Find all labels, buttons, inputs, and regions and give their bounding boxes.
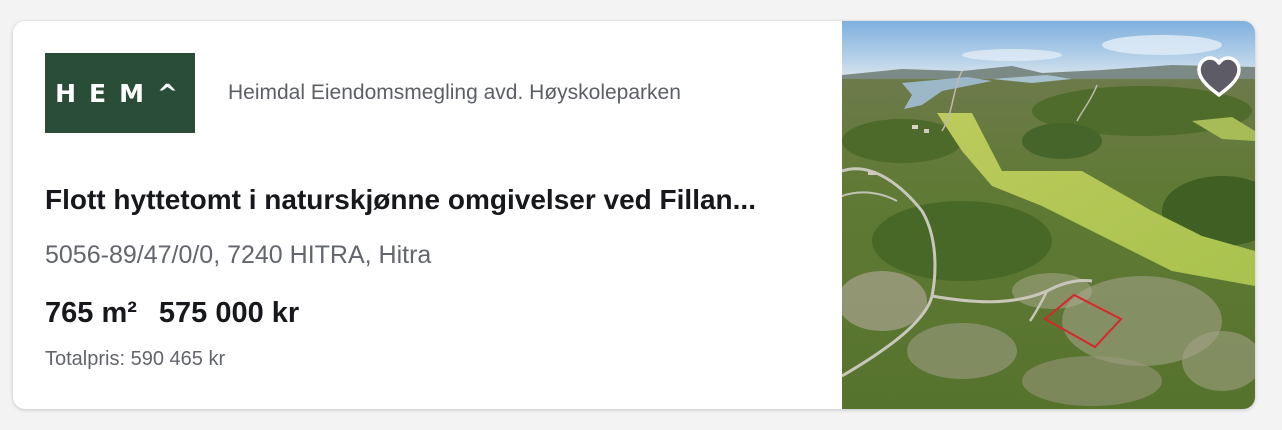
listing-address: 5056-89/47/0/0, 7240 HITRA, Hitra: [45, 241, 432, 269]
broker-logo: HEM^: [45, 53, 195, 133]
heart-icon: [1197, 56, 1241, 97]
broker-logo-text: HEM^: [55, 78, 191, 108]
listing-photo[interactable]: [842, 21, 1255, 409]
listing-area: 765 m²: [45, 297, 137, 329]
key-info: 765 m² 575 000 kr: [45, 297, 299, 330]
favorite-button[interactable]: [1193, 51, 1245, 103]
listing-card[interactable]: HEM^ Heimdal Eiendomsmegling avd. Høysko…: [13, 21, 1255, 409]
listing-price: 575 000 kr: [158, 297, 300, 329]
listing-title[interactable]: Flott hyttetomt i naturskjønne omgivelse…: [45, 184, 815, 216]
total-price: Totalpris: 590 465 kr: [45, 348, 226, 370]
broker-name: Heimdal Eiendomsmegling avd. Høyskolepar…: [228, 81, 681, 104]
